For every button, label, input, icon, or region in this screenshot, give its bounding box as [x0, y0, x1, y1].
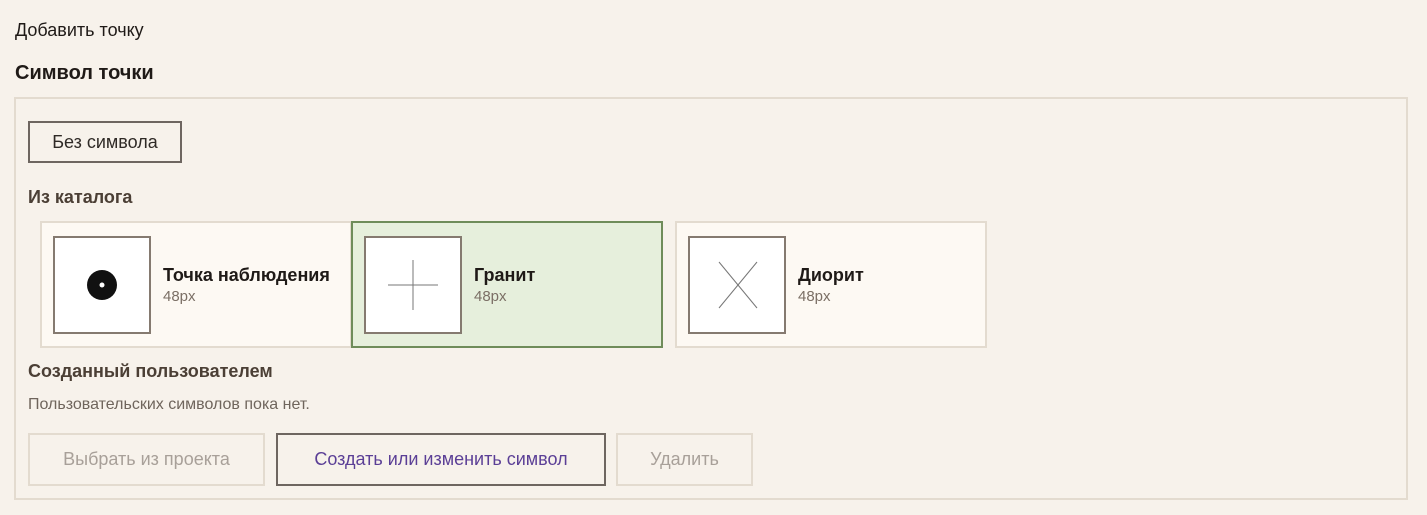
symbol-preview [688, 236, 786, 334]
catalog-item-name: Гранит [474, 265, 536, 285]
no-symbol-button[interactable]: Без символа [28, 121, 182, 163]
symbol-preview [53, 236, 151, 334]
empty-user-symbols-text: Пользовательских символов пока нет. [28, 396, 310, 413]
plus-cross-icon [388, 260, 438, 310]
symbol-preview [364, 236, 462, 334]
pick-from-project-button[interactable]: Выбрать из проекта [28, 433, 265, 486]
catalog-item-name: Точка наблюдения [163, 265, 330, 285]
symbol-panel: Без символа Из каталога Точка наблюдения… [14, 97, 1408, 500]
x-cross-icon [718, 261, 758, 309]
page-title: Добавить точку [15, 20, 144, 40]
catalog-item-observation-point[interactable]: Точка наблюдения 48px [40, 221, 352, 348]
catalog-item-granite[interactable]: Гранит 48px [351, 221, 663, 348]
catalog-item-diorite[interactable]: Диорит 48px [675, 221, 987, 348]
catalog-item-size: 48px [798, 288, 831, 305]
create-or-edit-symbol-button[interactable]: Создать или изменить символ [276, 433, 606, 486]
observation-point-icon [87, 270, 117, 300]
section-title: Символ точки [15, 62, 154, 84]
catalog-item-size: 48px [474, 288, 507, 305]
user-symbols-label: Созданный пользователем [28, 361, 273, 381]
catalog-item-size: 48px [163, 288, 196, 305]
catalog-item-name: Диорит [798, 265, 864, 285]
catalog-label: Из каталога [28, 187, 133, 207]
delete-button[interactable]: Удалить [616, 433, 753, 486]
